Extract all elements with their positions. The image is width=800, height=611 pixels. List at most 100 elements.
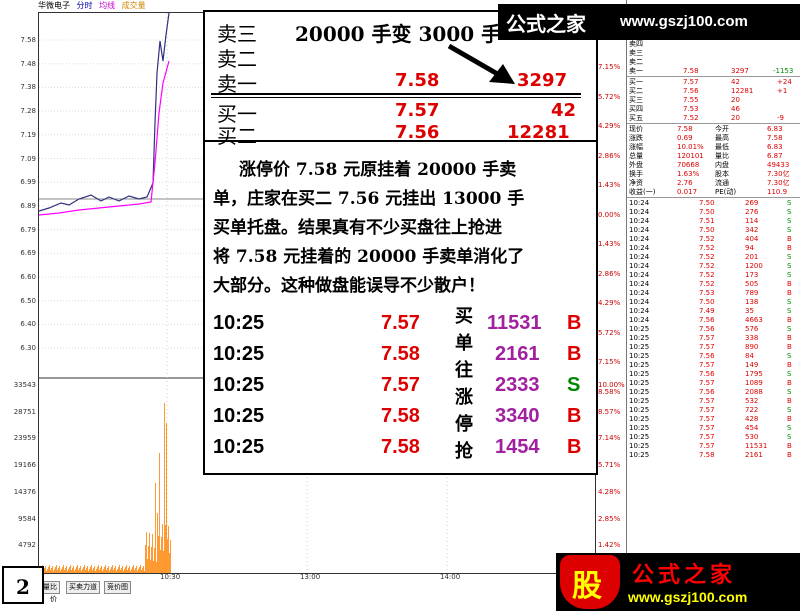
- tab-average-line[interactable]: 均线: [99, 1, 115, 10]
- volume-bar: [58, 568, 59, 573]
- tick-side: B: [787, 280, 792, 288]
- volume-bar: [131, 569, 132, 573]
- bid-change: +24: [777, 78, 792, 86]
- volume-bar: [108, 566, 109, 573]
- tick-volume: 84: [745, 352, 754, 360]
- volume-bar: [120, 570, 121, 573]
- volume-bar: [109, 571, 110, 573]
- panel-divider: [627, 197, 800, 198]
- volume-bar: [100, 568, 101, 573]
- volume-tick-left: 19166: [13, 461, 36, 470]
- panel-row: 买二 7.56 12281 +1: [627, 87, 800, 95]
- volume-bar: [93, 568, 94, 573]
- tick-price: 7.51: [699, 217, 715, 225]
- panel-row: 10:25 7.57 530 S: [627, 433, 800, 441]
- tick-side: B: [787, 334, 792, 342]
- panel-row: 10:24 7.50 269 S: [627, 199, 800, 207]
- tick-price: 7.57: [699, 379, 715, 387]
- panel-row: 外盘 70668 内盘 49433: [627, 161, 800, 169]
- panel-row: 10:25 7.57 722 S: [627, 406, 800, 414]
- tab-timeshare[interactable]: 分时: [77, 1, 93, 10]
- tick-price: 7.50: [699, 298, 715, 306]
- volume-bar: [144, 571, 145, 573]
- panel-row: 卖一 7.58 3297 -1153: [627, 67, 800, 75]
- volume-bar: [165, 525, 166, 573]
- panel-row: 10:24 7.52 201 S: [627, 253, 800, 261]
- volume-bar: [156, 562, 157, 573]
- volume-tick-left: 28751: [13, 407, 36, 416]
- overlay-divider-2: [211, 97, 581, 98]
- panel-row: 现价 7.58 今开 6.83: [627, 125, 800, 133]
- volume-bar: [110, 569, 111, 573]
- volume-bar: [166, 423, 167, 573]
- annotation-box: 20000 手变 3000 手 卖三 卖二 卖一 7.58 3297 买一 7.57 42 买…: [203, 10, 598, 475]
- stat-key: 内盘: [715, 161, 729, 169]
- tick-volume: 2161: [745, 451, 763, 459]
- volume-bar: [103, 569, 104, 573]
- panel-row: 换手 1.63% 股本 7.30亿: [627, 170, 800, 178]
- volume-bar: [140, 565, 141, 573]
- volume-bar: [85, 570, 86, 573]
- tab-buy-sell-force[interactable]: 买卖力道: [66, 581, 100, 594]
- tick-time: 10:24: [629, 235, 650, 243]
- panel-row: 10:24 7.52 94 B: [627, 244, 800, 252]
- volume-bar: [111, 567, 112, 573]
- panel-row: 10:24 7.52 1200 S: [627, 262, 800, 270]
- volume-bar: [146, 532, 147, 573]
- stat-key: 最低: [715, 143, 729, 151]
- page-number: 2: [2, 566, 44, 604]
- tick-volume: 201: [745, 253, 759, 261]
- overlay-paragraph-line: 大部分。这种做盘能误导不少散户！: [213, 276, 485, 296]
- trade-price: 7.58: [381, 405, 420, 427]
- tick-side: S: [787, 307, 792, 315]
- stat-value: 7.58: [677, 125, 693, 133]
- volume-tick-left: 4792: [18, 541, 36, 550]
- volume-bar: [150, 560, 151, 573]
- tick-side: S: [787, 208, 792, 216]
- bid-change: -9: [777, 114, 784, 122]
- volume-bar: [117, 569, 118, 573]
- price-tick-left: 7.48: [20, 59, 36, 68]
- volume-bar: [149, 533, 150, 573]
- volume-bar: [73, 566, 74, 573]
- tick-price: 7.57: [699, 442, 715, 450]
- trade-time: 10:25: [213, 436, 265, 458]
- ask-label: 卖二: [629, 58, 643, 66]
- panel-row: 收益(一) 0.017 PE(动) 110.9: [627, 188, 800, 196]
- tick-volume: 4663: [745, 316, 763, 324]
- volume-bar: [98, 565, 99, 573]
- panel-row: 10:25 7.57 11531 B: [627, 442, 800, 450]
- tick-volume: 149: [745, 361, 759, 369]
- volume-bar: [94, 566, 95, 573]
- tab-volume[interactable]: 成交量: [122, 1, 146, 10]
- volume-bar: [167, 539, 168, 573]
- stat-key: 净资: [629, 179, 643, 187]
- volume-bar: [59, 566, 60, 573]
- trade-side: S: [567, 374, 581, 396]
- tick-volume: 2088: [745, 388, 763, 396]
- price-tick-left: 6.60: [20, 273, 36, 281]
- tick-time: 10:25: [629, 433, 650, 441]
- ask-label: 卖四: [629, 40, 643, 48]
- bid-label: 买一: [629, 78, 643, 86]
- trade-time: 10:25: [213, 343, 265, 365]
- overlay-paragraph-line: 买单托盘。结果真有不少买盘往上抢进: [213, 218, 502, 238]
- trade-price: 7.58: [381, 436, 420, 458]
- tick-time: 10:24: [629, 253, 650, 261]
- panel-row: 买五 7.52 20 -9: [627, 114, 800, 122]
- volume-bar: [163, 551, 164, 573]
- bid-qty: 12281: [731, 87, 754, 95]
- stat-value: 7.58: [767, 134, 783, 142]
- tick-price: 7.57: [699, 397, 715, 405]
- volume-bar: [96, 569, 97, 573]
- stat-value: 70668: [677, 161, 700, 169]
- tick-price: 7.50: [699, 199, 715, 207]
- stat-value: 110.9: [767, 188, 788, 196]
- panel-row: 10:25 7.57 890 B: [627, 343, 800, 351]
- tick-volume: 532: [745, 397, 759, 405]
- tab-auction[interactable]: 竞价图: [104, 581, 131, 594]
- stock-terminal-screenshot: 华微电子 分时 均线 成交量 7.58 7.48 7.38 7.28 7.19 7.09 6…: [0, 0, 800, 611]
- bid-qty: 20: [731, 96, 740, 104]
- stat-value: 2.76: [677, 179, 693, 187]
- tick-price: 7.57: [699, 433, 715, 441]
